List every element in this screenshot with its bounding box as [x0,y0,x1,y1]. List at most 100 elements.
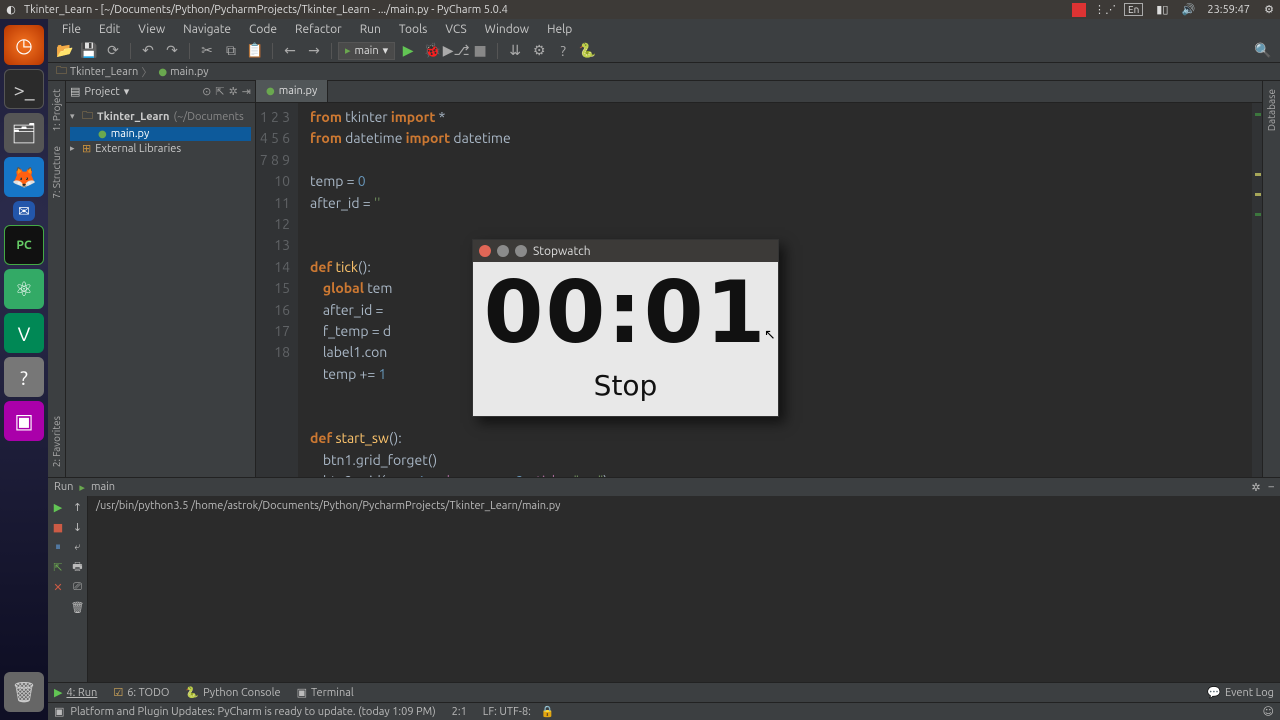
wrap-icon[interactable]: ⤶ [71,540,85,554]
vcs-icon[interactable]: ⇊ [504,41,526,61]
gear-icon[interactable]: ✲ [229,85,238,98]
locate-icon[interactable]: ⊙ [202,85,211,98]
trash-icon[interactable]: 🗑 [4,672,44,712]
tw-run[interactable]: ▶4: Run [54,686,97,699]
encoding[interactable]: LF: UTF-8: [483,706,531,718]
open-icon[interactable]: 📂 [54,41,76,61]
back-icon[interactable]: ← [279,41,301,61]
project-tree[interactable]: ▾ 🗀 Tkinter_Learn (~/Documents ● main.py… [66,103,255,159]
project-title[interactable]: Project [84,86,119,98]
stop-icon[interactable]: ■ [51,520,65,534]
help-icon[interactable]: ? [4,357,44,397]
tw-pyconsole[interactable]: 🐍Python Console [185,686,280,699]
status-message[interactable]: Platform and Plugin Updates: PyCharm is … [70,706,435,718]
window-maximize-icon[interactable] [515,245,527,257]
up-icon[interactable]: ↑ [71,500,85,514]
project-tab[interactable]: 1: Project [51,85,62,136]
stopwatch-titlebar[interactable]: Stopwatch [473,240,778,262]
chevron-down-icon[interactable]: ▾ [124,85,130,98]
help-icon-tb[interactable]: ? [552,41,574,61]
record-indicator-icon[interactable] [1072,3,1086,17]
editor-tab-main[interactable]: ● main.py [256,80,328,102]
tab-label: main.py [279,85,318,97]
files-app-icon[interactable]: 🗂 [4,113,44,153]
forward-icon[interactable]: → [303,41,325,61]
tw-eventlog[interactable]: 💬Event Log [1207,686,1274,699]
firefox-icon[interactable]: 🦊 [4,157,44,197]
menu-navigate[interactable]: Navigate [175,22,239,37]
tree-external-libs[interactable]: ▸ ⊞ External Libraries [70,141,251,156]
print-icon[interactable]: 🖶 [71,560,85,574]
sdk-icon[interactable]: 🐍 [576,41,598,61]
vim-icon[interactable]: V [4,313,44,353]
menu-run[interactable]: Run [352,22,389,37]
window-close-icon[interactable] [479,245,491,257]
menu-edit[interactable]: Edit [91,22,128,37]
app-icon[interactable]: ▣ [4,401,44,441]
down-icon[interactable]: ↓ [71,520,85,534]
menu-help[interactable]: Help [539,22,580,37]
run-button-icon[interactable]: ▶ [397,41,419,61]
clock[interactable]: 23:59:47 [1207,4,1250,16]
database-tab[interactable]: Database [1266,85,1277,135]
lock-icon[interactable]: 🔒 [541,705,555,718]
menu-tools[interactable]: Tools [391,22,436,37]
filter-icon[interactable]: 🗑 [71,600,85,614]
favorites-tab[interactable]: 2: Favorites [51,412,62,471]
marker-bar[interactable] [1252,103,1262,477]
dash-icon[interactable]: ◷ [4,25,44,65]
window-minimize-icon[interactable] [497,245,509,257]
tree-file-main[interactable]: ● main.py [70,127,251,141]
stopwatch-window[interactable]: Stopwatch 00:01 Stop [472,239,779,417]
menu-view[interactable]: View [130,22,173,37]
undo-icon[interactable]: ↶ [137,41,159,61]
toolwin-toggle-icon[interactable]: ▣ [54,705,64,718]
refresh-icon[interactable]: ⟳ [102,41,124,61]
wifi-icon[interactable]: ⋮⋰ [1098,3,1112,17]
battery-icon[interactable]: ▮▯ [1155,3,1169,17]
redo-icon[interactable]: ↷ [161,41,183,61]
pycharm-icon[interactable]: PC [4,225,44,265]
run-output[interactable]: /usr/bin/python3.5 /home/astrok/Document… [88,496,1280,682]
cut-icon[interactable]: ✂ [196,41,218,61]
paste-icon[interactable]: 📋 [244,41,266,61]
settings-gear-icon[interactable]: ⚙ [1262,3,1276,17]
tw-todo[interactable]: ☑6: TODO [113,686,169,699]
stop-button[interactable]: Stop [483,363,768,414]
terminal-app-icon[interactable]: >_ [4,69,44,109]
keyboard-lang[interactable]: En [1124,3,1143,16]
rerun-icon[interactable]: ▶ [51,500,65,514]
menu-code[interactable]: Code [241,22,285,37]
exit-icon[interactable]: ⇱ [51,560,65,574]
stop-icon[interactable]: ■ [469,41,491,61]
pause-icon[interactable]: ⏸ [51,540,65,554]
crumb-file[interactable]: ● main.py [156,66,210,78]
clear-icon[interactable]: ⎚ [71,580,85,594]
volume-icon[interactable]: 🔊 [1181,3,1195,17]
gear-icon[interactable]: ✲ [1251,481,1260,494]
coverage-icon[interactable]: ▶⎇ [445,41,467,61]
menu-refactor[interactable]: Refactor [287,22,350,37]
run-config-select[interactable]: ▸ main ▾ [338,42,395,60]
caret-position[interactable]: 2:1 [452,706,467,718]
hide-icon[interactable]: – [1269,481,1274,494]
hector-icon[interactable]: ☺ [1263,705,1274,718]
tree-label: Tkinter_Learn [97,111,169,123]
structure-tab[interactable]: 7: Structure [51,142,62,203]
search-icon[interactable]: 🔍 [1252,41,1274,61]
crumb-project[interactable]: 🗀 Tkinter_Learn 〉 [54,62,154,81]
save-icon[interactable]: 💾 [78,41,100,61]
debug-button-icon[interactable]: 🐞 [421,41,443,61]
tw-terminal[interactable]: ▣Terminal [297,686,354,699]
menu-vcs[interactable]: VCS [437,22,474,37]
copy-icon[interactable]: ⧉ [220,41,242,61]
tree-root[interactable]: ▾ 🗀 Tkinter_Learn (~/Documents [70,106,251,127]
hide-icon[interactable]: ⇥ [242,85,251,98]
menu-window[interactable]: Window [477,22,537,37]
collapse-icon[interactable]: ⇱ [215,85,224,98]
atom-icon[interactable]: ⚛ [4,269,44,309]
thunderbird-icon[interactable]: ✉ [13,201,35,221]
settings-icon[interactable]: ⚙ [528,41,550,61]
menu-file[interactable]: File [54,22,89,37]
close-icon[interactable]: ✕ [51,580,65,594]
